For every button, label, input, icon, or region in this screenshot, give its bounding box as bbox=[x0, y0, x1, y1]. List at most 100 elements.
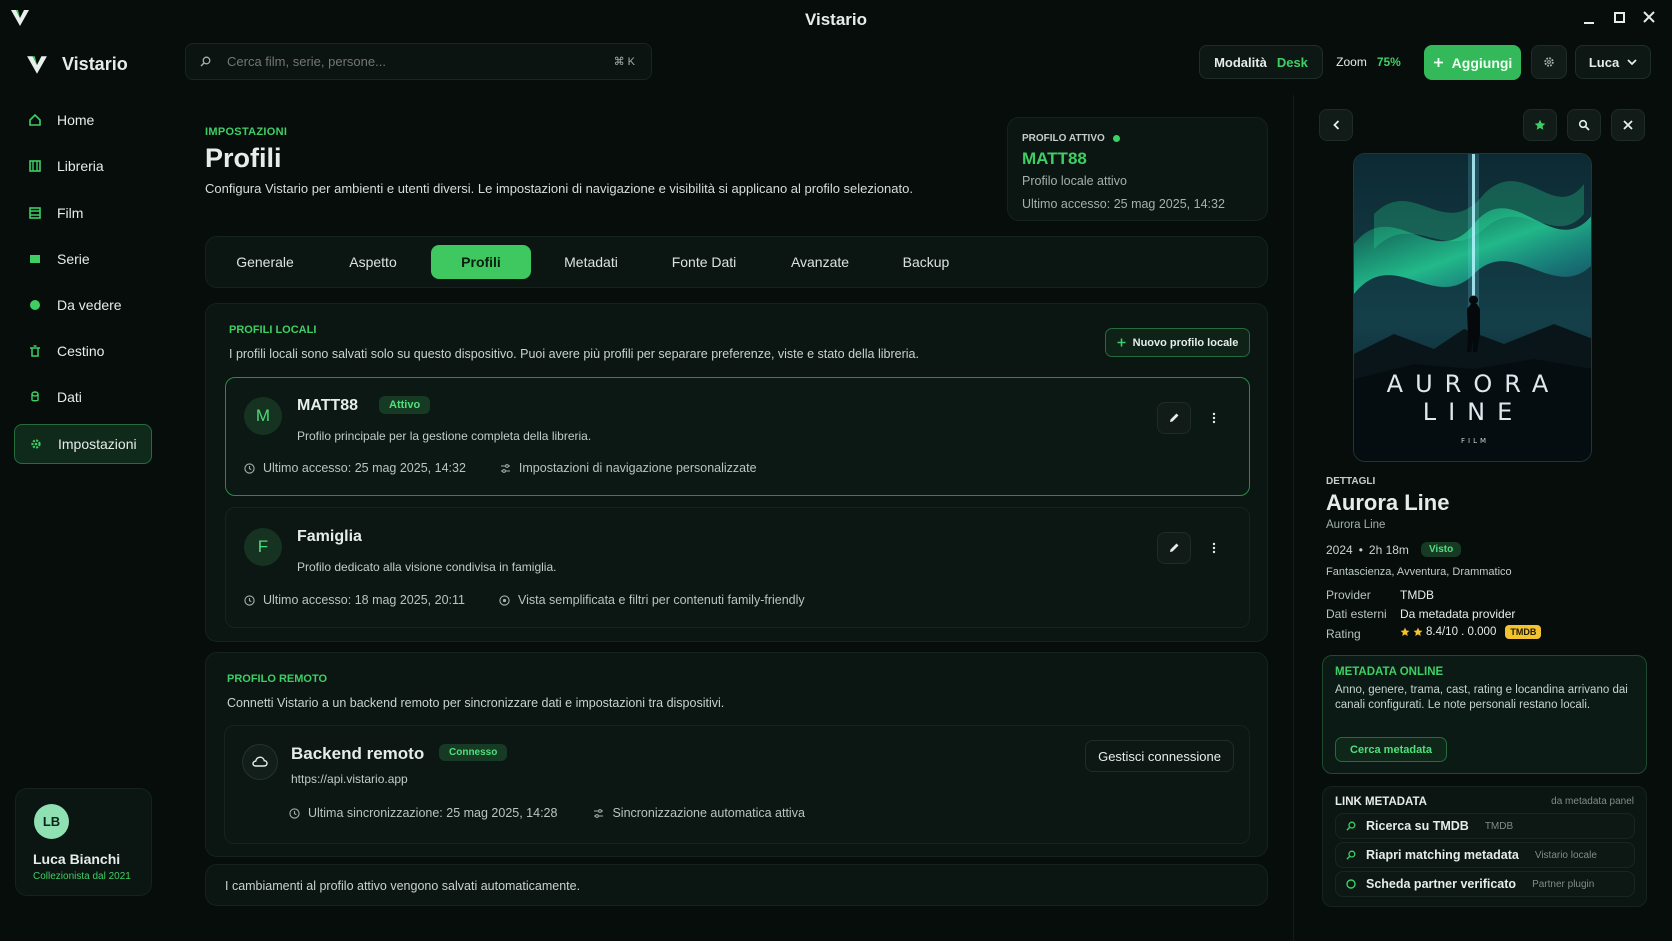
sidebar-item-label: Dati bbox=[57, 389, 82, 405]
active-profile-last-access: Ultimo accesso: 25 mag 2025, 14:32 bbox=[1022, 197, 1225, 211]
more-vertical-icon bbox=[1212, 542, 1216, 554]
back-button[interactable] bbox=[1319, 109, 1353, 141]
clock-icon bbox=[289, 807, 300, 819]
movie-poster[interactable]: AURORA LINE FILM bbox=[1353, 153, 1592, 462]
zoom-control[interactable]: Zoom 75% bbox=[1323, 45, 1414, 79]
sidebar-item-impostazioni[interactable]: Impostazioni bbox=[14, 424, 152, 464]
sidebar-item-film[interactable]: Film bbox=[14, 193, 152, 233]
search-input[interactable] bbox=[227, 54, 597, 69]
minimize-button[interactable] bbox=[1584, 10, 1598, 24]
link-tag: Vistario locale bbox=[1534, 849, 1597, 861]
mode-value: Desk bbox=[1276, 54, 1308, 70]
plus-icon bbox=[1117, 338, 1126, 347]
profile-card-famiglia[interactable]: F Famiglia Profilo dedicato alla visione… bbox=[225, 507, 1250, 628]
search-shortcut: ⌘ K bbox=[613, 56, 635, 68]
active-profile-type: Profilo locale attivo bbox=[1022, 174, 1127, 188]
settings-button[interactable] bbox=[1531, 45, 1567, 79]
profile-description: Profilo principale per la gestione compl… bbox=[297, 429, 592, 443]
link-tmdb-search[interactable]: Ricerca su TMDB TMDB bbox=[1335, 813, 1635, 839]
movie-genres: Fantascienza, Avventura, Drammatico bbox=[1326, 566, 1512, 578]
profile-last-access: Ultimo accesso: 25 mag 2025, 14:32 bbox=[263, 461, 466, 475]
search-metadata-button[interactable]: Cerca metadata bbox=[1335, 737, 1447, 762]
poster-subtitle: FILM bbox=[1461, 437, 1489, 445]
link-reopen-matching[interactable]: Riapri matching metadata Vistario locale bbox=[1335, 842, 1635, 868]
tab-aspetto[interactable]: Aspetto bbox=[327, 245, 419, 279]
profile-avatar: M bbox=[244, 397, 282, 435]
close-icon bbox=[1623, 120, 1633, 130]
more-options-button[interactable] bbox=[1199, 402, 1229, 434]
connection-status-badge: Connesso bbox=[439, 744, 508, 761]
manage-connection-button[interactable]: Gestisci connessione bbox=[1085, 740, 1234, 772]
tab-profili[interactable]: Profili bbox=[431, 245, 531, 279]
tab-backup[interactable]: Backup bbox=[880, 245, 972, 279]
sync-status: Sincronizzazione automatica attiva bbox=[612, 806, 805, 820]
remote-profile-title: PROFILO REMOTO bbox=[227, 673, 328, 685]
remote-profile-description: Connetti Vistario a un backend remoto pe… bbox=[227, 696, 725, 710]
page-description: Configura Vistario per ambienti e utenti… bbox=[205, 181, 913, 196]
link-partner-verified[interactable]: Scheda partner verificato Partner plugin bbox=[1335, 871, 1635, 897]
tab-generale[interactable]: Generale bbox=[219, 245, 311, 279]
profile-description: Profilo dedicato alla visione condivisa … bbox=[297, 560, 557, 574]
new-local-profile-button[interactable]: Nuovo profilo locale bbox=[1105, 328, 1250, 357]
zoom-poster-button[interactable] bbox=[1567, 109, 1601, 141]
maximize-button[interactable] bbox=[1614, 12, 1625, 23]
rating-source-badge: TMDB bbox=[1505, 625, 1542, 639]
database-icon bbox=[29, 391, 41, 403]
avatar: LB bbox=[34, 804, 69, 839]
add-button[interactable]: Aggiungi bbox=[1424, 45, 1521, 80]
sidebar-item-serie[interactable]: Serie bbox=[14, 239, 152, 279]
user-menu-label: Luca bbox=[1588, 54, 1620, 70]
external-data-value: Da metadata provider bbox=[1400, 607, 1516, 621]
user-card[interactable]: LB Luca Bianchi Collezionista dal 2021 bbox=[15, 788, 152, 896]
tab-avanzate[interactable]: Avanzate bbox=[774, 245, 866, 279]
star-icon bbox=[1534, 119, 1546, 131]
tab-metadati[interactable]: Metadati bbox=[545, 245, 637, 279]
sidebar-app-name: Vistario bbox=[62, 54, 128, 74]
sidebar-logo-icon bbox=[26, 55, 48, 75]
sidebar-item-dati[interactable]: Dati bbox=[14, 377, 152, 417]
trash-icon bbox=[29, 345, 41, 357]
sidebar-item-label: Home bbox=[57, 112, 95, 128]
edit-profile-button[interactable] bbox=[1157, 532, 1191, 564]
link-metadata-title: LINK METADATA bbox=[1335, 796, 1427, 808]
sidebar-item-label: Impostazioni bbox=[58, 436, 137, 452]
sidebar-item-cestino[interactable]: Cestino bbox=[14, 331, 152, 371]
link-label: Scheda partner verificato bbox=[1366, 877, 1517, 891]
favorite-button[interactable] bbox=[1523, 109, 1557, 141]
poster-title-line2: LINE bbox=[1423, 398, 1525, 426]
remote-backend-card: Backend remoto Connesso https://api.vist… bbox=[224, 725, 1250, 844]
sidebar-item-libreria[interactable]: Libreria bbox=[14, 146, 152, 186]
close-window-button[interactable] bbox=[1642, 10, 1656, 24]
search-bar[interactable]: ⌘ K bbox=[185, 43, 652, 80]
tab-fonte-dati[interactable]: Fonte Dati bbox=[655, 245, 753, 279]
star-icon bbox=[1400, 627, 1410, 637]
search-icon bbox=[200, 56, 211, 67]
active-profile-card: PROFILO ATTIVO MATT88 Profilo locale att… bbox=[1007, 117, 1268, 221]
profile-card-matt88[interactable]: M MATT88 Attivo Profilo principale per l… bbox=[225, 377, 1250, 496]
sidebar-item-home[interactable]: Home bbox=[14, 100, 152, 140]
provider-key: Provider bbox=[1326, 588, 1371, 602]
movie-runtime: 2h 18m bbox=[1368, 542, 1409, 557]
details-label: DETTAGLI bbox=[1326, 476, 1376, 487]
rating-row: 8.4/10 . 0.000 TMDB bbox=[1400, 625, 1542, 639]
edit-profile-button[interactable] bbox=[1157, 402, 1191, 434]
link-label: Ricerca su TMDB bbox=[1366, 819, 1469, 833]
sidebar-item-label: Film bbox=[57, 205, 84, 221]
user-name: Luca Bianchi bbox=[33, 851, 121, 867]
search-icon bbox=[1346, 821, 1356, 831]
poster-artwork: AURORA LINE FILM bbox=[1354, 154, 1591, 461]
user-menu[interactable]: Luca bbox=[1575, 45, 1651, 79]
window-title: Vistario bbox=[804, 10, 868, 29]
sidebar-item-label: Libreria bbox=[57, 158, 104, 174]
page-title: Profili bbox=[205, 143, 282, 173]
mode-toggle[interactable]: Modalità Desk bbox=[1199, 45, 1323, 79]
metadata-online-text: Anno, genere, trama, cast, rating e loca… bbox=[1335, 684, 1628, 711]
local-profiles-description: I profili locali sono salvati solo su qu… bbox=[229, 347, 919, 361]
profile-avatar: F bbox=[244, 528, 282, 566]
more-options-button[interactable] bbox=[1199, 532, 1229, 564]
page-eyebrow: IMPOSTAZIONI bbox=[205, 126, 288, 138]
movie-year: 2024 bbox=[1326, 542, 1353, 557]
sidebar-item-da-vedere[interactable]: Da vedere bbox=[14, 285, 152, 325]
gear-icon bbox=[30, 438, 42, 450]
close-panel-button[interactable] bbox=[1611, 109, 1645, 141]
